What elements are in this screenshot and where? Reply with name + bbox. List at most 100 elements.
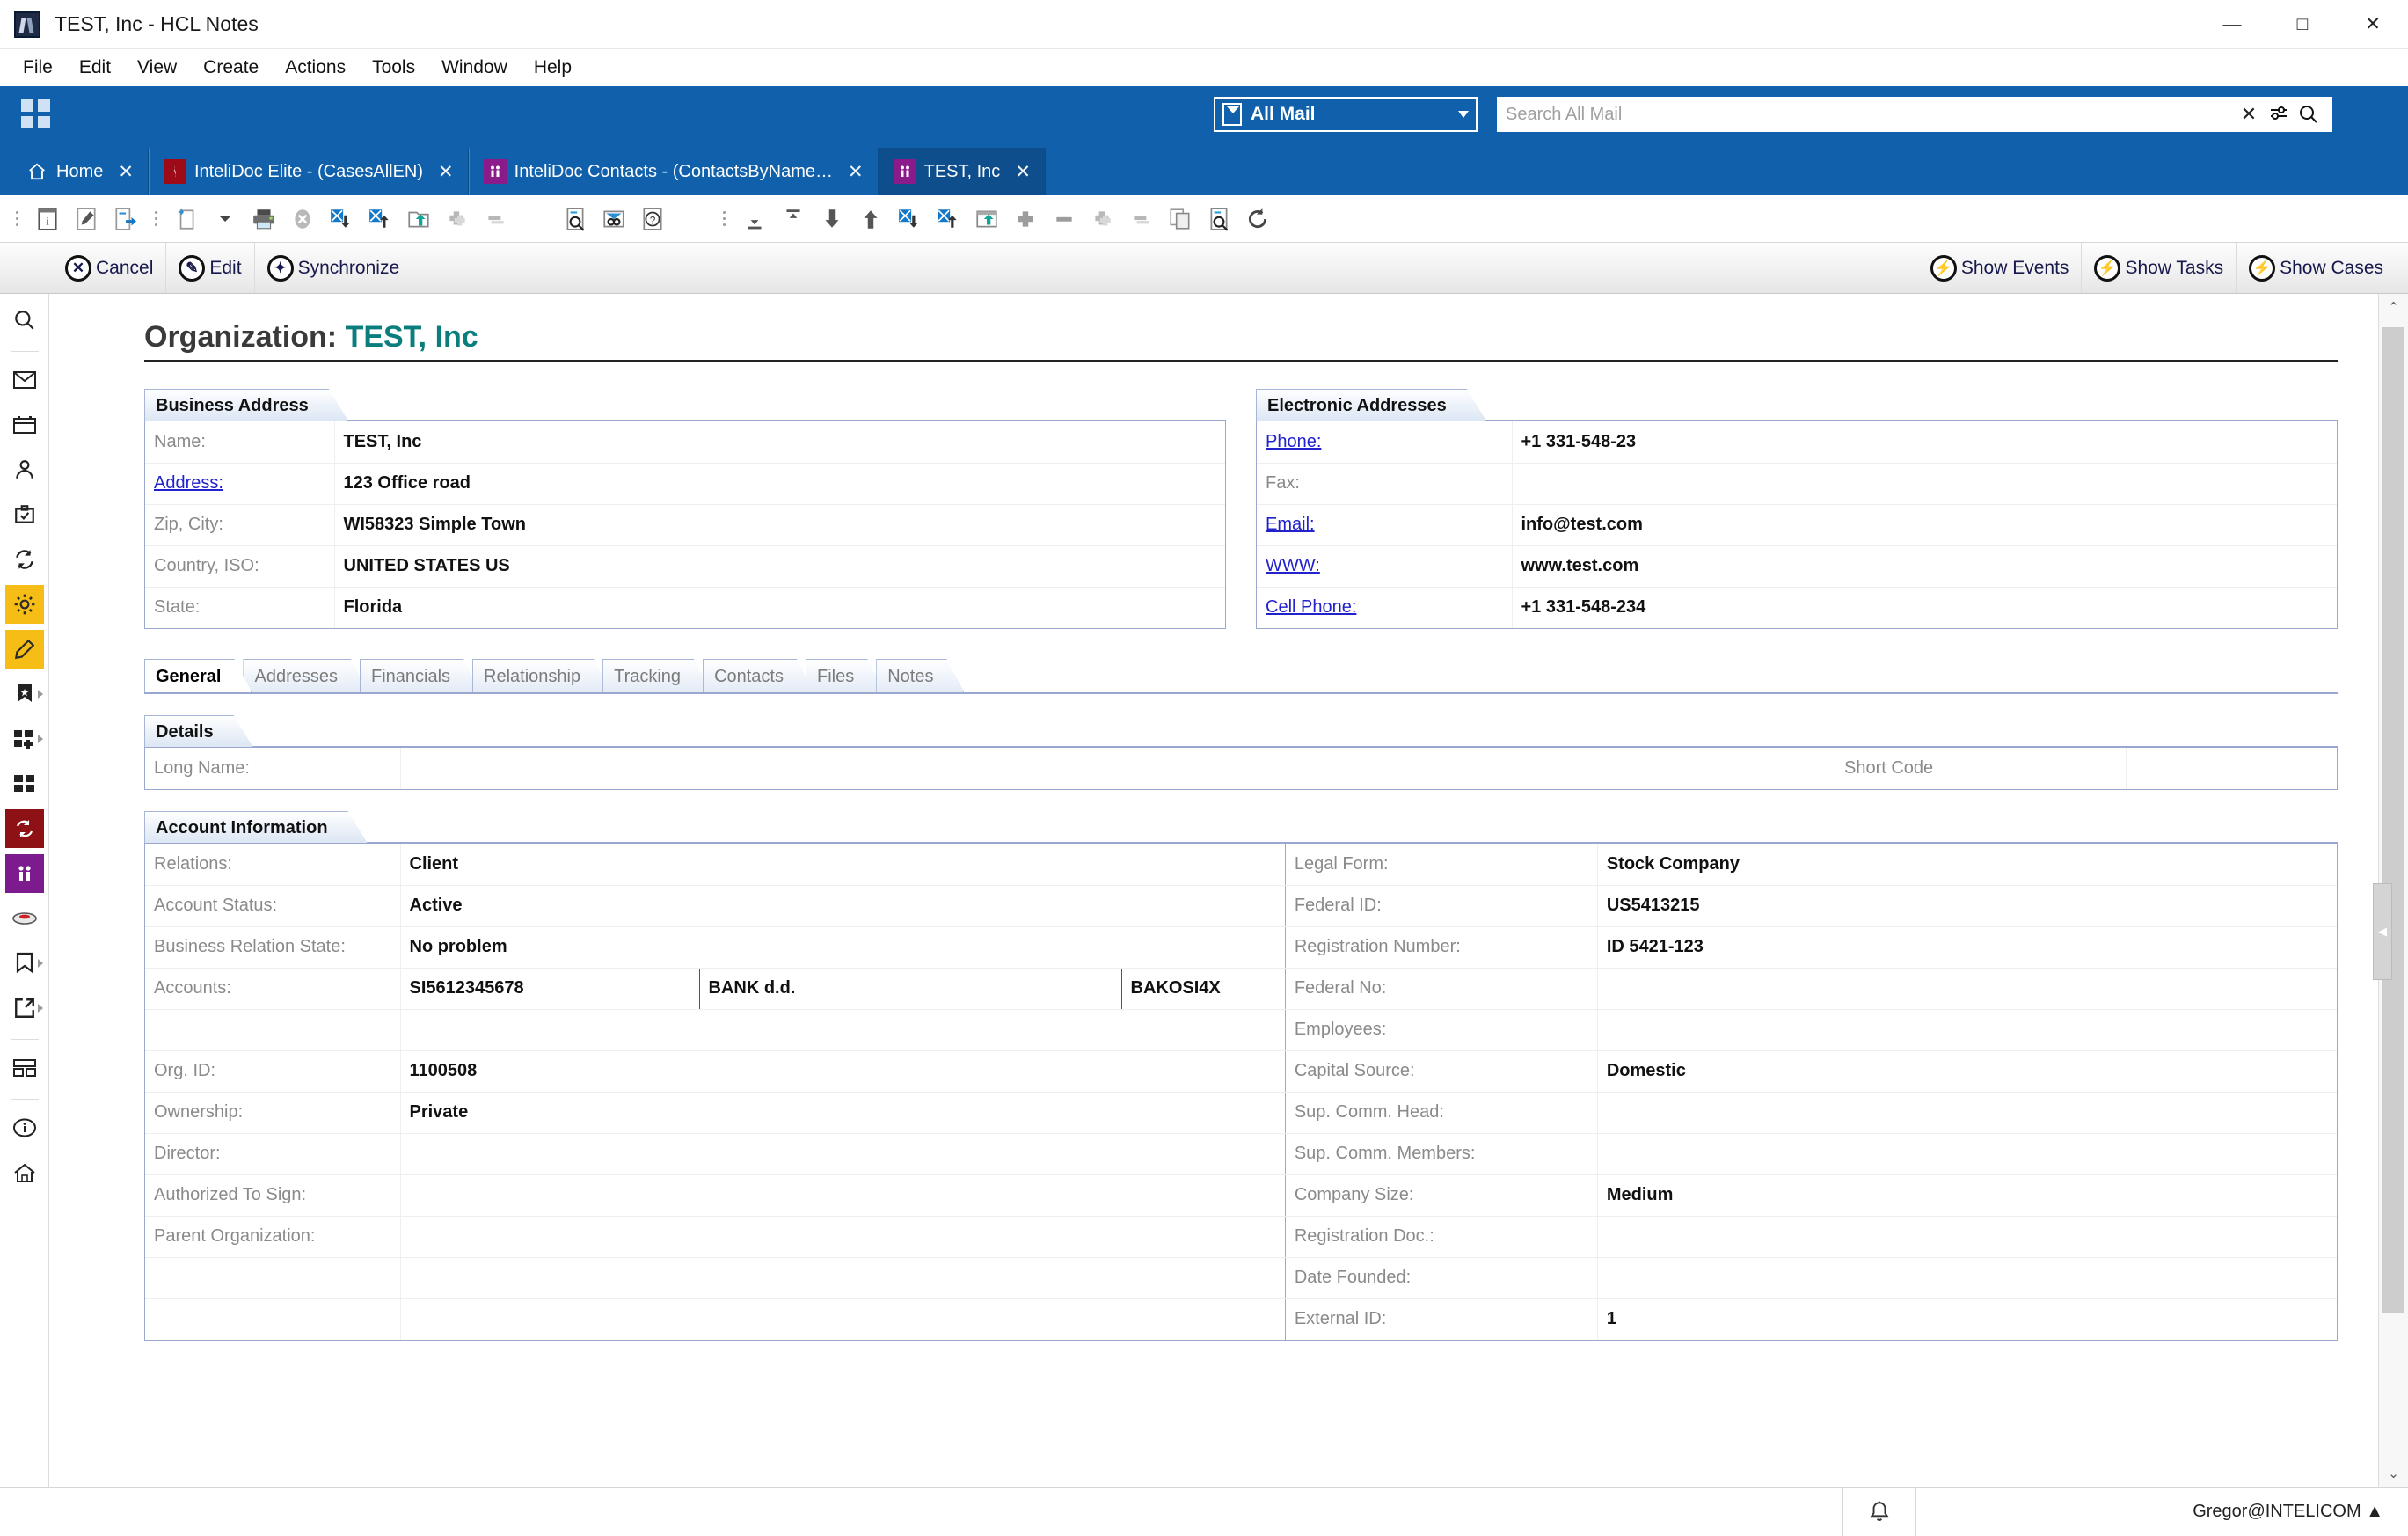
- field-value[interactable]: 123 Office road: [333, 463, 1225, 505]
- scroll-track[interactable]: ◀: [2373, 320, 2408, 1460]
- database-icon[interactable]: [5, 899, 44, 938]
- settings-gear-icon[interactable]: [4, 585, 44, 624]
- panel-collapse-handle[interactable]: ◀: [2373, 883, 2392, 980]
- new-dropdown-caret[interactable]: [208, 201, 242, 237]
- layout-icon[interactable]: [5, 1049, 44, 1087]
- pencil-icon[interactable]: [4, 630, 44, 669]
- tab-contacts[interactable]: Contacts: [703, 659, 814, 692]
- window-tab-test-inc[interactable]: TEST, Inc ✕: [878, 148, 1046, 195]
- field-value[interactable]: Private: [399, 1092, 1285, 1134]
- field-value[interactable]: Florida: [333, 587, 1225, 628]
- field-value[interactable]: [1511, 463, 2337, 505]
- help-icon[interactable]: ?: [636, 201, 669, 237]
- window-tab-home[interactable]: Home ✕: [11, 148, 149, 195]
- forward-document-icon[interactable]: [108, 201, 142, 237]
- search-icon[interactable]: [5, 301, 44, 340]
- field-value[interactable]: +1 331-548-234: [1511, 587, 2337, 628]
- info-icon[interactable]: [5, 1108, 44, 1147]
- close-button[interactable]: ✕: [2338, 0, 2408, 48]
- field-value[interactable]: [1596, 1092, 2337, 1134]
- show-cases-button[interactable]: ⚡ Show Cases: [2237, 243, 2396, 293]
- find-icon[interactable]: [1202, 201, 1236, 237]
- show-events-button[interactable]: ⚡ Show Events: [1918, 243, 2083, 293]
- field-value[interactable]: [399, 1216, 1285, 1258]
- field-value[interactable]: [399, 1257, 1285, 1299]
- bookmark-icon[interactable]: [5, 944, 44, 983]
- tab-addresses[interactable]: Addresses: [243, 659, 368, 692]
- field-value[interactable]: [1596, 1257, 2337, 1299]
- close-icon[interactable]: ✕: [848, 161, 864, 183]
- tab-financials[interactable]: Financials: [360, 659, 481, 692]
- mark-unread-icon[interactable]: [931, 201, 965, 237]
- field-value[interactable]: WI58323 Simple Town: [333, 504, 1225, 546]
- applications-grid-icon[interactable]: [5, 764, 44, 803]
- search-document-icon[interactable]: [558, 201, 592, 237]
- field-value[interactable]: [399, 1133, 1285, 1175]
- field-value[interactable]: Medium: [1596, 1174, 2337, 1217]
- menu-tools[interactable]: Tools: [360, 53, 427, 83]
- address-link[interactable]: Address:: [154, 473, 223, 493]
- search-icon[interactable]: [2294, 99, 2324, 129]
- field-value[interactable]: TEST, Inc: [333, 421, 1225, 464]
- tab-relationship[interactable]: Relationship: [472, 659, 611, 692]
- remove-icon[interactable]: [479, 201, 513, 237]
- minus-icon[interactable]: [1047, 201, 1081, 237]
- close-icon[interactable]: ✕: [1015, 161, 1031, 183]
- close-icon[interactable]: ✕: [118, 161, 134, 183]
- menu-create[interactable]: Create: [191, 53, 271, 83]
- add-application-icon[interactable]: [5, 720, 44, 758]
- collapse-all-icon[interactable]: [738, 201, 771, 237]
- previous-icon[interactable]: [854, 201, 887, 237]
- field-value[interactable]: No problem: [399, 926, 1285, 969]
- field-value[interactable]: Client: [399, 844, 1285, 886]
- field-value[interactable]: www.test.com: [1511, 545, 2337, 588]
- filter-icon[interactable]: [2264, 99, 2294, 129]
- field-value[interactable]: info@test.com: [1511, 504, 2337, 546]
- account-bank-value[interactable]: BANK d.d.: [698, 968, 1121, 1010]
- account-number-value[interactable]: SI5612345678: [399, 968, 699, 1010]
- field-value[interactable]: UNITED STATES US: [333, 545, 1225, 588]
- folder-move-icon[interactable]: [402, 201, 435, 237]
- short-code-value[interactable]: [2125, 748, 2337, 789]
- toolbar-grip[interactable]: [11, 205, 23, 233]
- toolbar-grip[interactable]: [718, 205, 730, 233]
- mail-scope-dropdown[interactable]: All Mail: [1214, 97, 1478, 132]
- field-value[interactable]: [399, 1298, 1285, 1340]
- sidebar-item-contacts[interactable]: [5, 450, 44, 489]
- scroll-thumb[interactable]: [2382, 327, 2404, 1313]
- scroll-up-arrow[interactable]: ⌃: [2379, 294, 2408, 320]
- phone-link[interactable]: Phone:: [1266, 432, 1321, 451]
- sidebar-item-calendar[interactable]: [5, 406, 44, 444]
- menu-help[interactable]: Help: [522, 53, 584, 83]
- plus-icon[interactable]: [1009, 201, 1042, 237]
- synchronize-button[interactable]: ✦ Synchronize: [255, 243, 413, 293]
- account-swift-value[interactable]: BAKOSI4X: [1120, 968, 1285, 1010]
- edit-document-icon[interactable]: [69, 201, 103, 237]
- toolbar-grip[interactable]: [150, 205, 162, 233]
- field-value[interactable]: [1596, 1009, 2337, 1051]
- notification-bell-icon[interactable]: [1842, 1488, 1915, 1536]
- window-tab-intelidoc-contacts[interactable]: InteliDoc Contacts - (ContactsByName… ✕: [468, 148, 879, 195]
- tab-tracking[interactable]: Tracking: [602, 659, 711, 692]
- field-value[interactable]: [1596, 968, 2337, 1010]
- delete-icon[interactable]: [286, 201, 319, 237]
- scroll-down-arrow[interactable]: ⌄: [2379, 1460, 2408, 1487]
- add-icon[interactable]: [441, 201, 474, 237]
- user-account-status[interactable]: Gregor@INTELICOM ▲: [1915, 1488, 2408, 1536]
- menu-edit[interactable]: Edit: [67, 53, 123, 83]
- field-value[interactable]: 1100508: [399, 1050, 1285, 1093]
- sidebar-item-tasks[interactable]: [5, 495, 44, 534]
- field-value[interactable]: [399, 1009, 1285, 1051]
- print-icon[interactable]: [247, 201, 281, 237]
- move-down-icon[interactable]: [325, 201, 358, 237]
- link-icon[interactable]: [597, 201, 631, 237]
- refresh-icon[interactable]: [1241, 201, 1274, 237]
- tab-general[interactable]: General: [144, 659, 252, 692]
- vertical-scrollbar[interactable]: ⌃ ◀ ⌄: [2373, 294, 2408, 1487]
- email-link[interactable]: Email:: [1266, 515, 1315, 534]
- move-up-icon[interactable]: [363, 201, 397, 237]
- window-tab-intelidoc-elite[interactable]: InteliDoc Elite - (CasesAllEN) ✕: [148, 148, 469, 195]
- field-value[interactable]: [1596, 1133, 2337, 1175]
- app-grid-icon[interactable]: [21, 99, 51, 129]
- field-value[interactable]: 1: [1596, 1298, 2337, 1340]
